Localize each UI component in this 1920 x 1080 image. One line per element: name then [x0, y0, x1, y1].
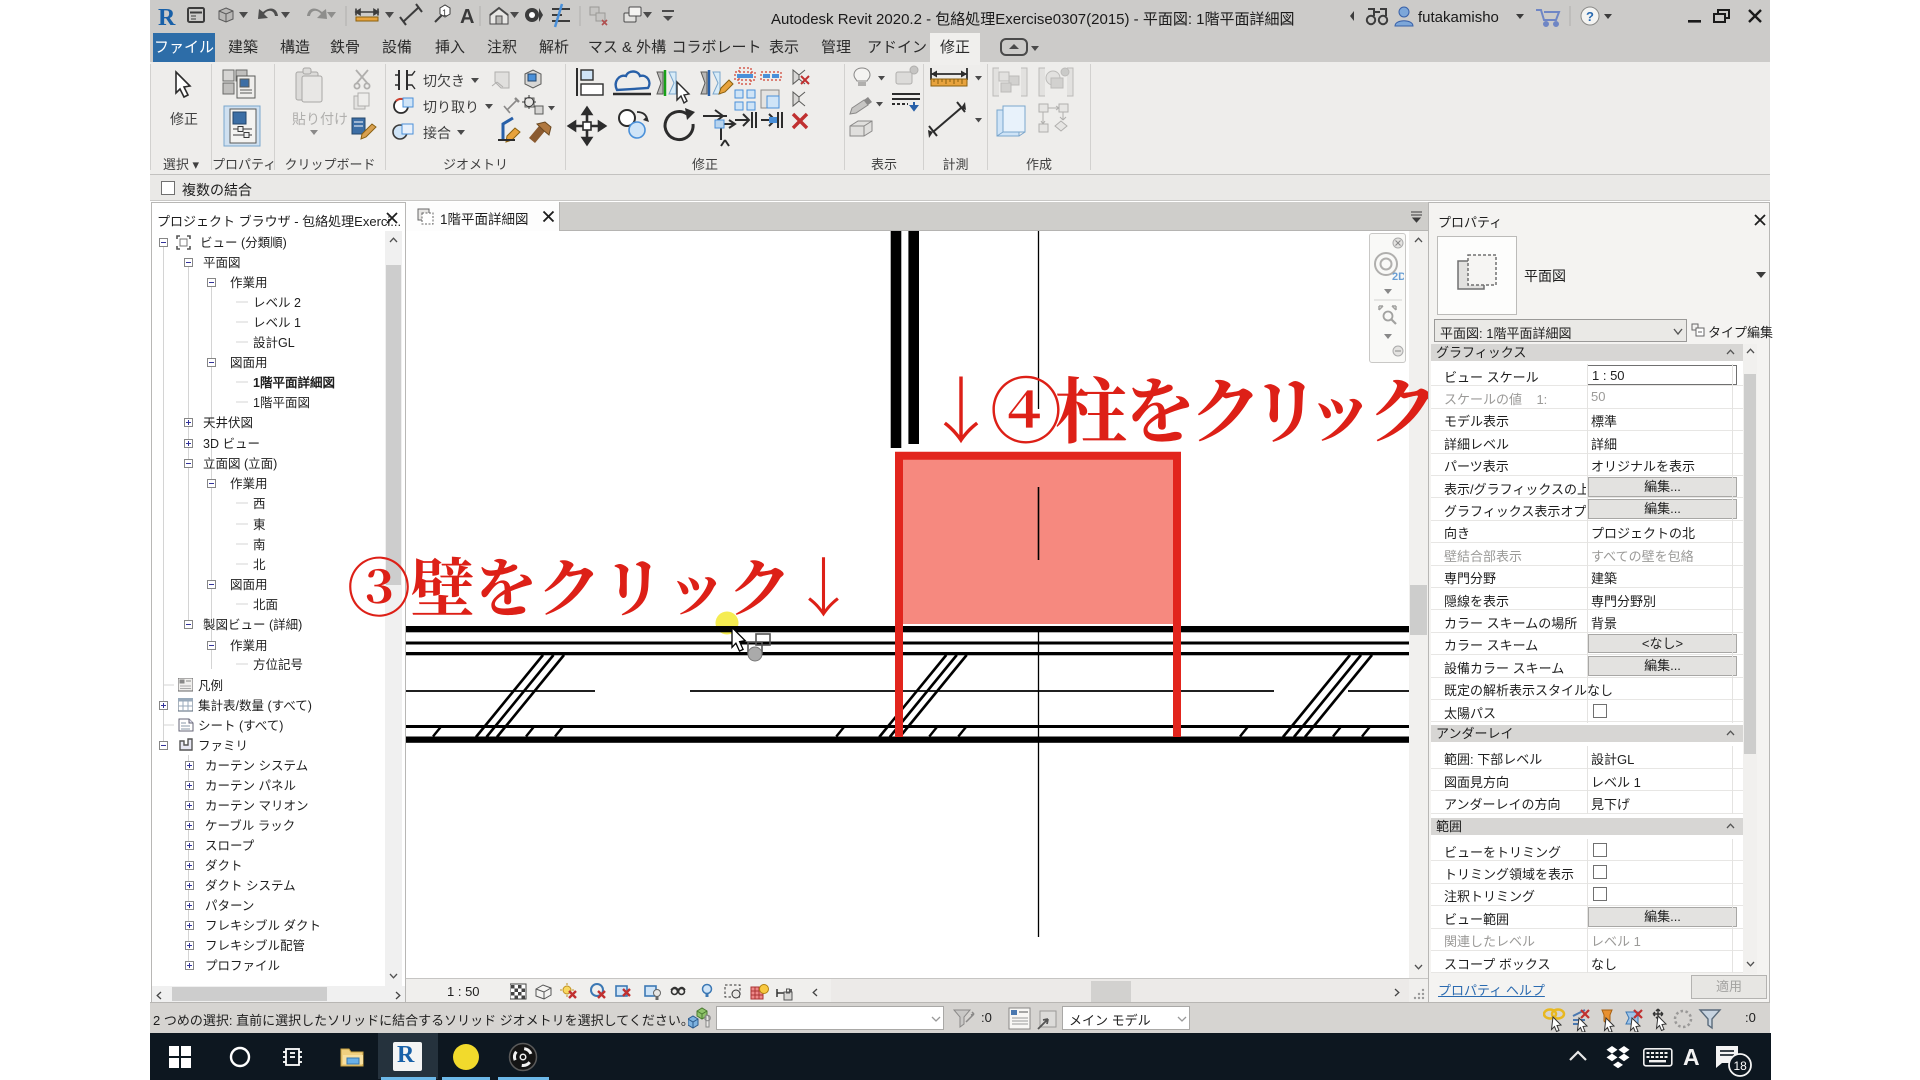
svg-text:切り取り: 切り取り [423, 99, 479, 115]
svg-text:R: R [158, 5, 176, 31]
svg-text:futakamisho: futakamisho [1418, 9, 1499, 26]
svg-text:18: 18 [1734, 1059, 1748, 1073]
svg-text:?: ? [1586, 9, 1594, 24]
svg-text:接合: 接合 [423, 125, 451, 141]
svg-text:修正: 修正 [170, 111, 198, 127]
svg-text:切欠き: 切欠き [423, 73, 465, 89]
svg-text:2D: 2D [1392, 271, 1404, 283]
svg-text:1: 1 [442, 8, 447, 18]
svg-text:A: A [460, 6, 474, 28]
svg-text:貼り付け: 貼り付け [292, 111, 348, 127]
